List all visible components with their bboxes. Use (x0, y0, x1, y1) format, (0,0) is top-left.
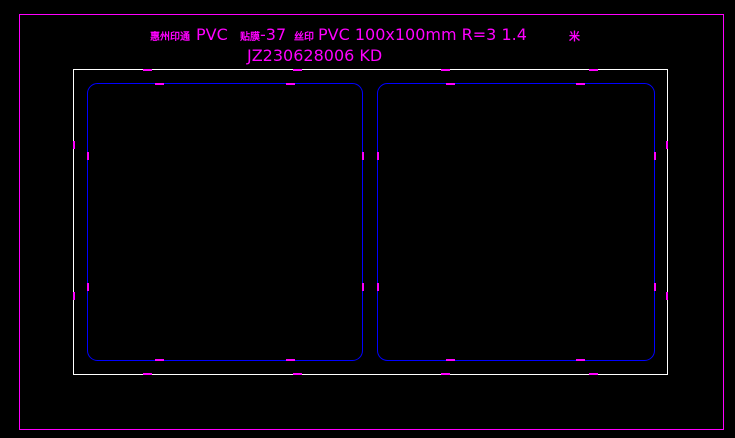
title-process-2: 丝印 (294, 30, 314, 43)
job-code: JZ230628006 KD (246, 46, 382, 65)
outer-frame (19, 14, 724, 430)
drawing-title: 惠州印通 PVC 贴膜 -37 丝印 PVC 100x100mm R=3 1.4… (150, 25, 581, 44)
title-company: 惠州印通 (150, 30, 190, 43)
title-spec-1: -37 (260, 25, 286, 44)
title-material-1: PVC (196, 25, 228, 44)
cut-outline-left (87, 83, 363, 361)
title-spec-2: PVC 100x100mm R=3 1.4 (318, 25, 527, 44)
cad-drawing-canvas: 惠州印通 PVC 贴膜 -37 丝印 PVC 100x100mm R=3 1.4… (19, 14, 724, 430)
cut-outline-right (377, 83, 655, 361)
title-unit: 米 (568, 29, 581, 43)
sheet-boundary (73, 69, 668, 375)
title-process-1: 贴膜 (239, 30, 260, 43)
registration-marks (73, 69, 668, 375)
